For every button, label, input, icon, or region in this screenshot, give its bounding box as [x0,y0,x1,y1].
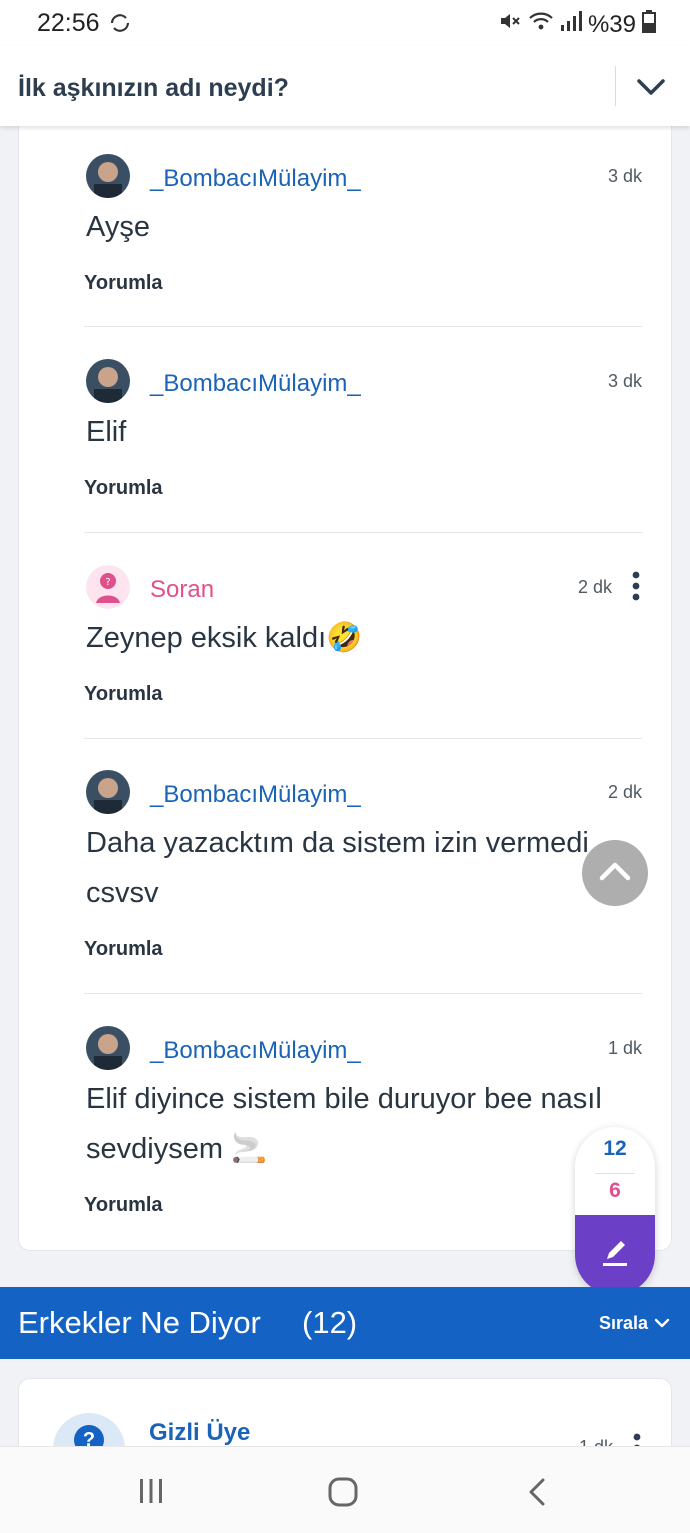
men-count[interactable]: 12 [575,1137,655,1161]
comment-text-line-1: Elif diyince sistem bile duruyor bee nas… [86,1083,602,1115]
home-icon[interactable] [328,1477,358,1512]
avatar[interactable] [86,1026,130,1070]
answer-counter-pill: 12 6 [575,1127,655,1295]
username[interactable]: _BombacıMülayim_ [150,1037,361,1065]
section-title: Erkekler Ne Diyor [18,1305,261,1340]
username[interactable]: Gizli Üye [149,1419,250,1447]
comment-text: Elif [86,416,127,448]
sort-label: Sırala [598,1313,648,1333]
pencil-icon [599,1237,631,1274]
sort-button[interactable]: Sırala [599,1313,670,1334]
status-bar: 22:56 %39 [0,0,690,46]
svg-text:?: ? [105,577,110,588]
reply-button[interactable]: Yorumla [84,272,163,295]
comment-item: _BombacıMülayim_ 3 dk Ayşe Yorumla [84,150,642,310]
section-count: (12) [302,1305,358,1340]
recents-icon[interactable] [137,1477,165,1510]
comment-item: _BombacıMülayim_ 2 dk Daha yazacktım da … [84,766,642,976]
battery-icon [642,9,656,40]
chevron-down-icon [654,1313,670,1334]
comment-item: _BombacıMülayim_ 1 dk Elif diyince siste… [84,1022,642,1232]
asker-avatar: ? [86,565,130,609]
back-icon[interactable] [526,1477,548,1512]
comment-text-line-2: csvsv [86,877,159,909]
men-answers-section-bar: Erkekler Ne Diyor (12) Sırala [0,1287,690,1359]
comment-text: Zeynep eksik kaldı🤣 [86,622,363,654]
mute-icon [498,9,522,40]
chevron-up-icon [598,860,632,887]
screen: 22:56 %39 İlk aşkınızın adı neydi? _Bomb… [0,0,690,1533]
comment-text: Ayşe [86,211,150,243]
signal-icon [560,9,582,40]
divider [84,532,642,533]
comment-item: _BombacıMülayim_ 3 dk Elif Yorumla [84,355,642,515]
question-title: İlk aşkınızın adı neydi? [18,74,289,102]
comment-item: ? Soran 2 dk Zeynep eksik kaldı🤣 Yorumla [84,561,642,721]
comment-time: 3 dk [607,166,642,186]
question-header: İlk aşkınızın adı neydi? [0,46,690,126]
wifi-icon [528,9,554,40]
username[interactable]: _BombacıMülayim_ [150,165,361,193]
username[interactable]: _BombacıMülayim_ [150,781,361,809]
username[interactable]: _BombacıMülayim_ [150,370,361,398]
comment-time: 1 dk [607,1038,642,1058]
kebab-menu-icon[interactable] [632,571,640,606]
system-nav-bar [0,1446,690,1533]
counter-divider [595,1173,635,1174]
reply-button[interactable]: Yorumla [84,683,163,706]
comment-time: 2 dk [607,782,642,802]
asker-label: Soran [150,576,215,603]
battery-level: %39 [587,10,636,38]
comment-time: 2 dk [577,577,612,597]
avatar[interactable] [86,770,130,814]
reply-button[interactable]: Yorumla [84,1194,163,1217]
avatar[interactable] [86,359,130,403]
reply-button[interactable]: Yorumla [84,938,163,961]
sync-icon [108,11,132,40]
divider [84,738,642,739]
comment-text-line-2: sevdiysem 🚬 [86,1133,268,1165]
write-answer-button[interactable] [575,1215,655,1295]
avatar[interactable] [86,154,130,198]
divider [84,993,642,994]
divider [84,326,642,327]
scroll-to-top-button[interactable] [582,840,648,906]
status-icons: %39 [498,9,656,40]
header-divider [615,66,616,106]
clock: 22:56 [37,9,100,37]
comment-time: 3 dk [607,371,642,391]
chevron-down-icon[interactable] [636,76,666,103]
reply-button[interactable]: Yorumla [84,477,163,500]
women-count[interactable]: 6 [575,1179,655,1203]
comment-text-line-1: Daha yazacktım da sistem izin vermedi [86,827,589,859]
